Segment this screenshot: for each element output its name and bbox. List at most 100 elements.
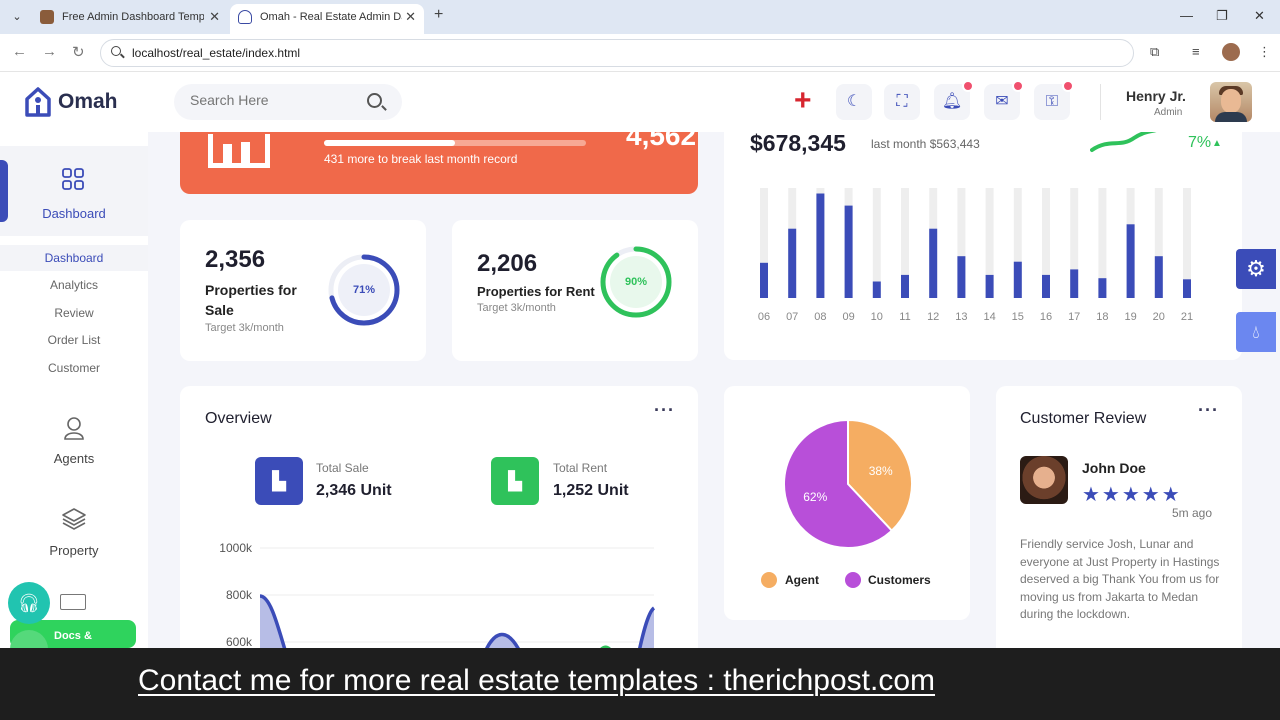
tab-close-icon[interactable]: ✕ xyxy=(405,4,416,30)
record-message: 431 more to break last month record xyxy=(324,152,518,166)
sidebar-item-agents[interactable]: Agents xyxy=(0,416,148,466)
media-control-icon[interactable]: ≡ xyxy=(1192,44,1200,59)
theme-drop-icon[interactable]: 💧︎ xyxy=(1236,312,1276,352)
main-content: 431 more to break last month record 4,56… xyxy=(148,132,1280,648)
x-tick-12: 12 xyxy=(927,311,939,323)
submenu-review[interactable]: Review xyxy=(0,300,148,326)
tab-search-button[interactable]: ⌄ xyxy=(6,6,28,28)
tab-title: Omah - Real Estate Admin Das xyxy=(260,11,402,23)
settings-gear-icon[interactable]: ⚙ xyxy=(1236,249,1276,289)
browser-profile-avatar[interactable] xyxy=(1222,43,1240,61)
x-tick-14: 14 xyxy=(983,311,995,323)
properties-sale-card: 2,356 Properties for Sale Target 3k/mont… xyxy=(180,220,426,361)
forward-button[interactable]: → xyxy=(42,43,57,60)
revenue-amount: $678,345 xyxy=(750,132,846,156)
submenu-order-list[interactable]: Order List xyxy=(0,327,148,353)
submenu-analytics[interactable]: Analytics xyxy=(0,272,148,298)
browser-tab-inactive[interactable]: Free Admin Dashboard Templa ✕ xyxy=(32,4,228,34)
stat-title: Properties for Rent xyxy=(477,284,595,299)
x-tick-19: 19 xyxy=(1124,311,1136,323)
x-tick-10: 10 xyxy=(871,311,883,323)
sidebar-item-dashboard[interactable]: Dashboard xyxy=(0,146,148,236)
building-icon xyxy=(208,134,270,168)
notification-badge xyxy=(962,80,974,92)
back-button[interactable]: ← xyxy=(12,43,27,60)
dark-mode-moon-icon[interactable]: ☾ xyxy=(836,84,872,120)
bar-18 xyxy=(1098,278,1107,298)
support-headset-icon[interactable]: 🎧︎ xyxy=(8,582,50,624)
search-box xyxy=(174,84,402,120)
sidebar-item-property[interactable]: Property xyxy=(0,506,148,558)
tab-favicon xyxy=(40,10,54,24)
reload-button[interactable]: ↻ xyxy=(72,43,85,61)
bar-21 xyxy=(1183,279,1191,298)
more-options-icon[interactable]: ··· xyxy=(654,400,675,421)
new-tab-button[interactable]: + xyxy=(434,6,443,24)
window-close-button[interactable]: ✕ xyxy=(1254,8,1265,24)
sidebar-item-label: Dashboard xyxy=(42,206,106,221)
site-info-icon[interactable] xyxy=(111,46,121,56)
star-rating-icon: ★★★★★ xyxy=(1082,484,1182,506)
more-options-icon[interactable]: ··· xyxy=(1198,400,1219,421)
caption-text: Contact me for more real estate template… xyxy=(138,664,936,697)
revenue-change: 7% xyxy=(1188,134,1212,151)
bar-12 xyxy=(929,228,938,298)
x-tick-15: 15 xyxy=(1012,311,1024,323)
sidebar-item-label: Property xyxy=(49,543,99,558)
card-icon[interactable] xyxy=(60,594,86,610)
submenu-customer[interactable]: Customer xyxy=(0,355,148,381)
review-title: Customer Review xyxy=(1020,410,1147,427)
bar-15 xyxy=(1013,261,1022,298)
customer-review-card: Customer Review ··· John Doe ★★★★★ 5m ag… xyxy=(996,386,1242,648)
x-tick-16: 16 xyxy=(1040,311,1052,323)
legend-agent-swatch xyxy=(761,572,777,588)
browser-menu-icon[interactable]: ⋮ xyxy=(1258,44,1271,60)
search-icon[interactable] xyxy=(367,93,382,108)
overview-card: Overview ··· ▙ Total Sale 2,346 Unit ▙ T… xyxy=(180,386,698,648)
tab-title: Free Admin Dashboard Templa xyxy=(62,11,204,23)
total-rent-label: Total Rent xyxy=(553,461,608,475)
legend-customers-swatch xyxy=(845,572,861,588)
x-tick-09: 09 xyxy=(842,311,854,323)
video-caption-bar: Contact me for more real estate template… xyxy=(0,648,1280,720)
x-tick-21: 21 xyxy=(1181,311,1193,323)
extensions-icon[interactable]: ⧉ xyxy=(1150,44,1159,60)
tab-close-icon[interactable]: ✕ xyxy=(209,4,220,30)
fullscreen-icon[interactable]: ⛶ xyxy=(884,84,920,120)
y-tick-600k: 600k xyxy=(226,635,253,648)
url-text: localhost/real_estate/index.html xyxy=(132,46,301,60)
record-progress-fill xyxy=(324,140,455,146)
bar-09 xyxy=(844,205,853,298)
layers-icon xyxy=(62,508,86,530)
search-input[interactable] xyxy=(190,92,360,108)
legend-customers-label: Customers xyxy=(868,573,931,587)
add-plus-icon[interactable]: + xyxy=(794,86,812,116)
reviewer-name: John Doe xyxy=(1082,460,1146,476)
review-time: 5m ago xyxy=(1172,506,1213,520)
bar-14 xyxy=(985,274,994,298)
brand-name: Omah xyxy=(58,90,118,113)
bar-11 xyxy=(901,274,909,298)
submenu-dashboard[interactable]: Dashboard xyxy=(0,245,148,271)
browser-tab-active[interactable]: Omah - Real Estate Admin Das ✕ xyxy=(230,4,424,34)
bar-19 xyxy=(1126,224,1135,298)
bar-13 xyxy=(957,256,966,298)
stat-target: Target 3k/month xyxy=(477,302,556,314)
minimize-button[interactable]: — xyxy=(1180,8,1193,23)
user-avatar[interactable] xyxy=(1210,82,1252,122)
house-logo-icon xyxy=(25,87,51,117)
header-divider xyxy=(1100,84,1101,120)
bar-20 xyxy=(1154,256,1163,298)
ring-percent: 71% xyxy=(352,284,376,296)
sale-building-icon: ▙ xyxy=(255,457,303,505)
revenue-last-month: last month $563,443 xyxy=(871,137,980,151)
total-rent-value: 1,252 Unit xyxy=(553,482,629,499)
total-sale-label: Total Sale xyxy=(316,461,369,475)
sidebar-item-label: Agents xyxy=(53,451,95,466)
maximize-button[interactable]: ❐ xyxy=(1216,8,1228,24)
stat-target: Target 3k/month xyxy=(205,322,284,334)
x-tick-07: 07 xyxy=(786,311,798,323)
browser-tab-bar: ⌄ Free Admin Dashboard Templa ✕ Omah - R… xyxy=(0,0,1280,34)
y-tick-1000k: 1000k xyxy=(219,541,253,555)
address-bar[interactable]: localhost/real_estate/index.html xyxy=(100,39,1134,67)
